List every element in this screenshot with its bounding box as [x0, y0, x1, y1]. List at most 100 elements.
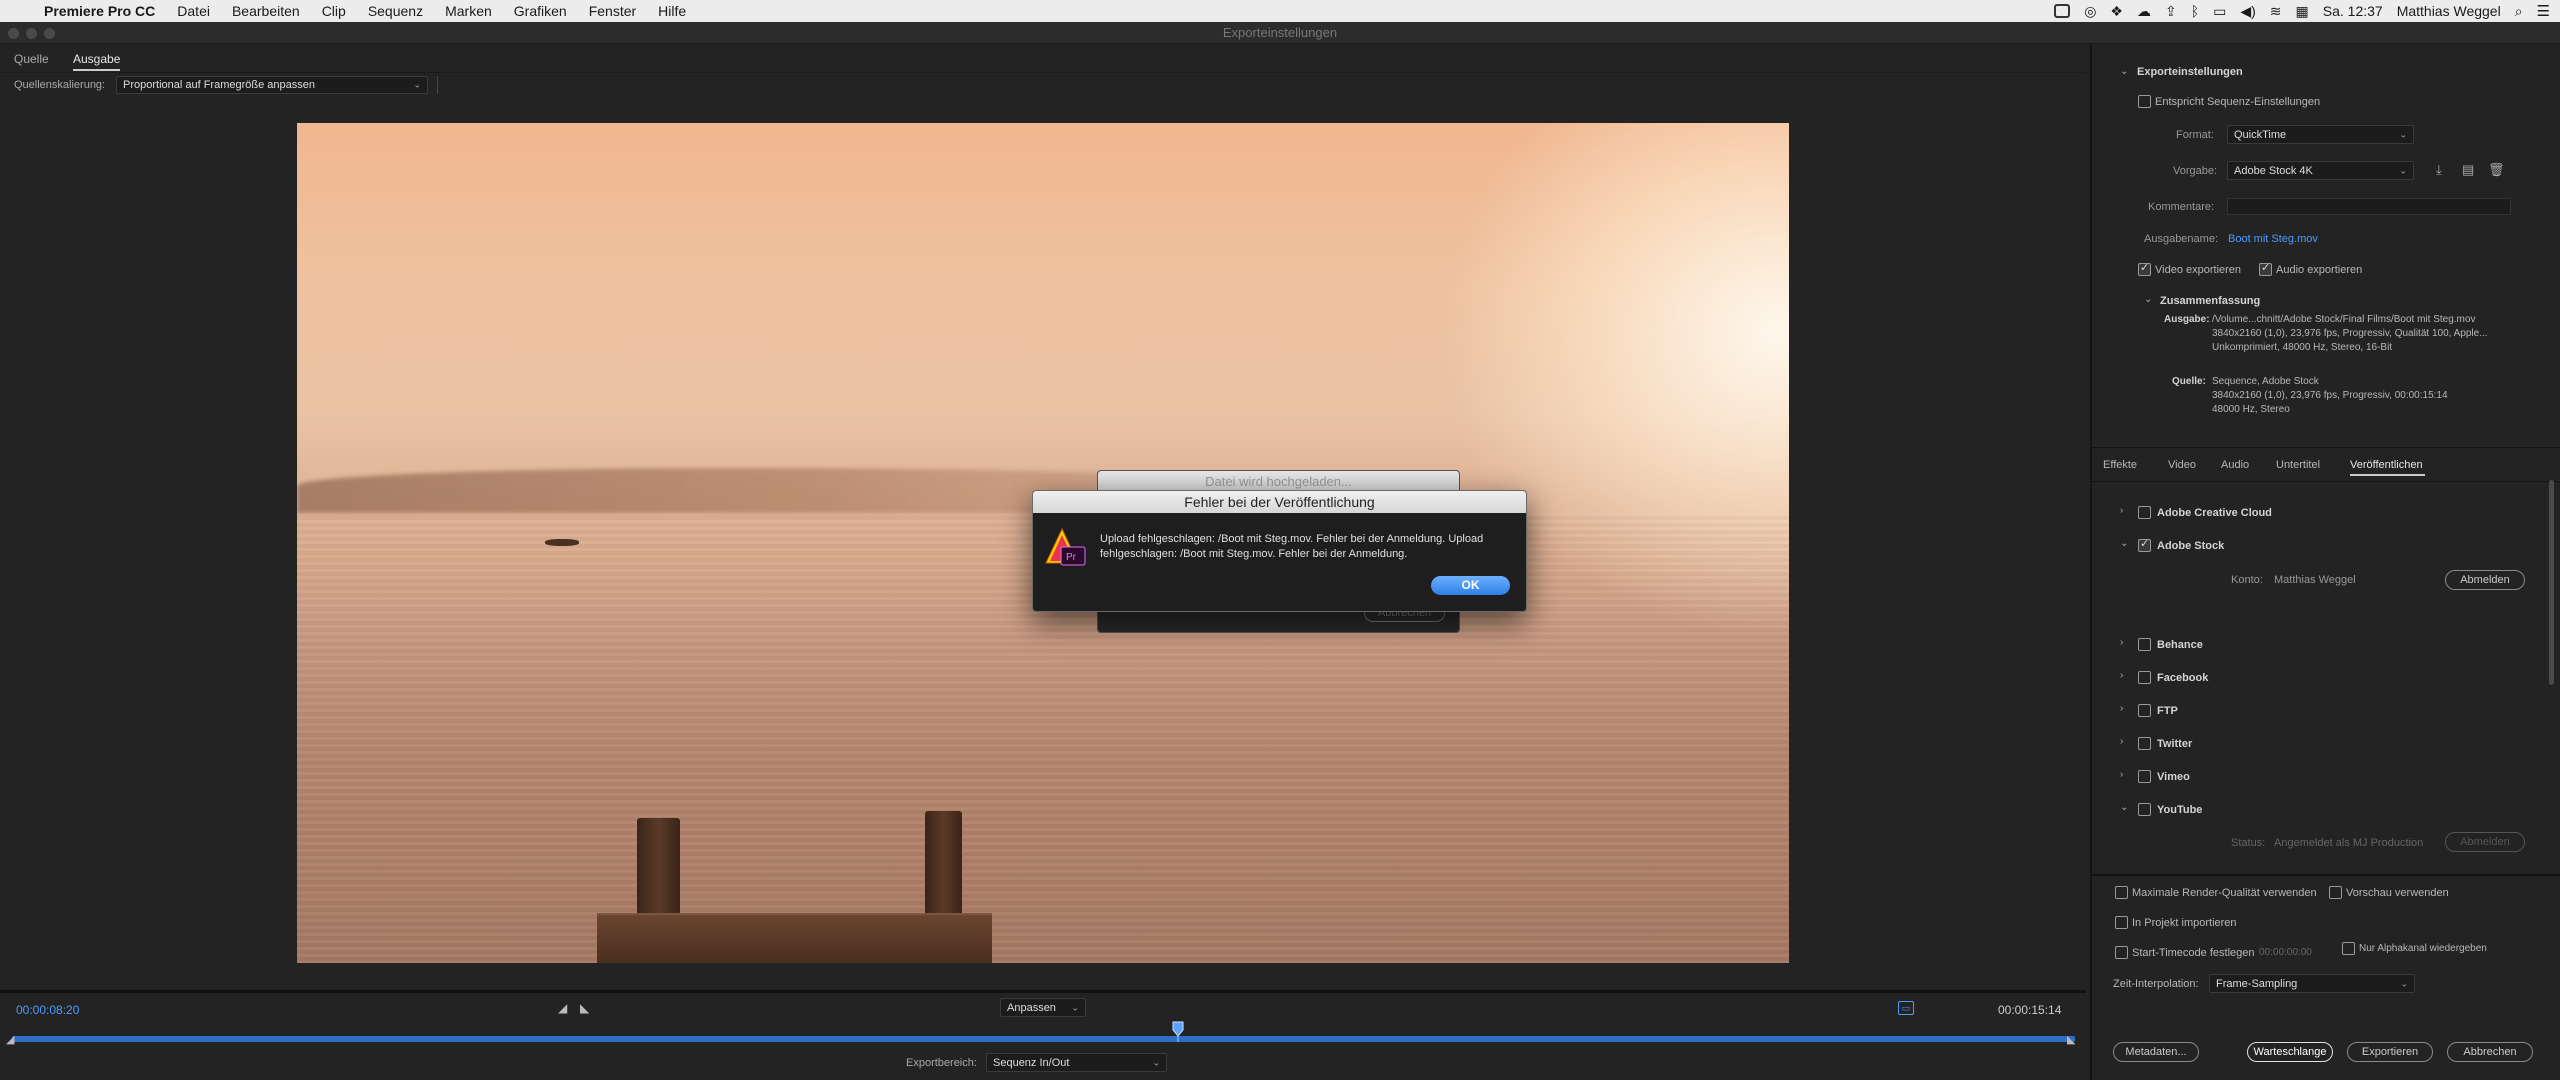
import-preset-icon[interactable]: ▤ [2462, 163, 2476, 177]
menu-datei[interactable]: Datei [177, 0, 210, 22]
tab-audio[interactable]: Audio [2221, 459, 2249, 471]
ok-button[interactable]: OK [1431, 576, 1510, 595]
creative-cloud-icon[interactable]: ◎ [2084, 3, 2096, 20]
alpha-only-checkbox[interactable] [2342, 942, 2355, 955]
menu-clip[interactable]: Clip [322, 0, 346, 22]
twitter-label: Twitter [2157, 738, 2193, 750]
collapse-arrow-icon[interactable]: ⌄ [2120, 538, 2128, 549]
menu-marken[interactable]: Marken [445, 0, 492, 22]
adobe-stock-checkbox[interactable] [2138, 537, 2151, 552]
youtube-checkbox[interactable] [2138, 803, 2151, 816]
export-range-dropdown[interactable]: Sequenz In/Out ⌄ [986, 1053, 1167, 1072]
export-range-bar[interactable] [12, 1036, 2075, 1042]
expand-arrow-icon[interactable]: › [2120, 769, 2123, 780]
scrollbar[interactable] [2549, 480, 2554, 685]
mark-out-icon[interactable]: ◣ [580, 1001, 589, 1015]
use-preview-checkbox[interactable] [2329, 886, 2342, 899]
expand-arrow-icon[interactable]: › [2120, 736, 2123, 747]
match-sequence-checkbox[interactable] [2138, 95, 2151, 108]
airplay-icon[interactable]: ▭ [2213, 3, 2226, 20]
cancel-button[interactable]: Abbrechen [2447, 1042, 2533, 1062]
twitter-checkbox[interactable] [2138, 737, 2151, 750]
collapse-arrow-icon[interactable]: ⌄ [2144, 294, 2152, 305]
expand-arrow-icon[interactable]: › [2120, 505, 2123, 516]
zoom-window-button[interactable] [44, 28, 55, 39]
bluetooth-icon[interactable]: ᛒ [2191, 3, 2199, 19]
upload-icon[interactable]: ⇪ [2165, 3, 2177, 20]
summary-output-line: Unkomprimiert, 48000 Hz, Stereo, 16-Bit [2212, 342, 2393, 353]
youtube-label: YouTube [2157, 804, 2203, 816]
creative-cloud-checkbox[interactable] [2138, 506, 2151, 519]
tab-effekte[interactable]: Effekte [2103, 459, 2137, 471]
user-name[interactable]: Matthias Weggel [2397, 3, 2501, 19]
output-name-link[interactable]: Boot mit Steg.mov [2228, 233, 2318, 245]
fit-dropdown[interactable]: Anpassen ⌄ [1000, 998, 1086, 1017]
save-preset-icon[interactable]: ⤓ [2436, 163, 2450, 177]
tab-quelle[interactable]: Quelle [14, 52, 49, 66]
tab-video[interactable]: Video [2168, 459, 2196, 471]
delete-preset-icon[interactable]: 🗑 [2488, 163, 2505, 177]
expand-arrow-icon[interactable]: › [2120, 637, 2123, 648]
notification-center-icon[interactable]: ☰ [2537, 2, 2550, 20]
behance-label: Behance [2157, 639, 2203, 651]
behance-checkbox[interactable] [2138, 638, 2151, 651]
menu-sequenz[interactable]: Sequenz [368, 0, 423, 22]
start-timecode-value[interactable]: 00:00:00:00 [2259, 947, 2312, 958]
close-window-button[interactable] [8, 28, 19, 39]
aspect-toggle-icon[interactable]: ▭ [1898, 1001, 1914, 1015]
menu-hilfe[interactable]: Hilfe [658, 0, 686, 22]
summary-heading[interactable]: Zusammenfassung [2160, 295, 2260, 307]
comments-input[interactable] [2227, 198, 2511, 215]
chevron-down-icon: ⌄ [1152, 1057, 1160, 1067]
minimize-window-button[interactable] [26, 28, 37, 39]
calendar-icon[interactable]: ▦ [2296, 3, 2309, 20]
out-point-icon[interactable]: ◣ [2067, 1033, 2075, 1046]
mark-in-icon[interactable]: ◢ [558, 1001, 567, 1015]
ftp-checkbox[interactable] [2138, 704, 2151, 717]
menu-grafiken[interactable]: Grafiken [514, 0, 567, 22]
vimeo-checkbox[interactable] [2138, 770, 2151, 783]
clock-text[interactable]: Sa. 12:37 [2323, 3, 2383, 19]
expand-arrow-icon[interactable]: › [2120, 703, 2123, 714]
spotlight-icon[interactable]: ⌕ [2515, 3, 2523, 20]
start-timecode-checkbox[interactable] [2115, 946, 2128, 959]
video-export-label: Video exportieren [2155, 264, 2242, 276]
time-interp-dropdown[interactable]: Frame-Sampling ⌄ [2209, 974, 2415, 993]
audio-export-checkbox[interactable] [2259, 261, 2272, 276]
volume-icon[interactable]: ◀) [2240, 3, 2255, 20]
tab-ausgabe[interactable]: Ausgabe [73, 52, 121, 71]
in-point-icon[interactable]: ◢ [6, 1033, 14, 1046]
tab-veroeffentlichen[interactable]: Veröffentlichen [2350, 459, 2423, 471]
metadata-button[interactable]: Metadaten... [2113, 1042, 2199, 1062]
stock-logout-button[interactable]: Abmelden [2445, 570, 2525, 590]
vimeo-label: Vimeo [2157, 771, 2190, 783]
max-render-checkbox[interactable] [2115, 886, 2128, 899]
collapse-arrow-icon[interactable]: ⌄ [2120, 802, 2128, 813]
tab-untertitel[interactable]: Untertitel [2276, 459, 2320, 471]
preset-dropdown[interactable]: Adobe Stock 4K ⌄ [2227, 161, 2414, 180]
export-settings-heading[interactable]: Exporteinstellungen [2137, 66, 2243, 78]
menu-bearbeiten[interactable]: Bearbeiten [232, 0, 300, 22]
menu-fenster[interactable]: Fenster [589, 0, 636, 22]
boat-shape [545, 539, 579, 546]
facebook-checkbox[interactable] [2138, 671, 2151, 684]
youtube-logout-button[interactable]: Abmelden [2445, 832, 2525, 852]
status-tray-icon[interactable] [2054, 4, 2071, 18]
collapse-arrow-icon[interactable]: ⌄ [2120, 66, 2128, 77]
current-timecode[interactable]: 00:00:08:20 [16, 1003, 79, 1017]
menu-app[interactable]: Premiere Pro CC [44, 0, 155, 22]
preset-value: Adobe Stock 4K [2234, 164, 2313, 177]
video-export-checkbox[interactable] [2138, 261, 2151, 276]
summary-output-line: 3840x2160 (1,0), 23,976 fps, Progressiv,… [2212, 328, 2488, 339]
format-dropdown[interactable]: QuickTime ⌄ [2227, 125, 2414, 144]
import-project-checkbox[interactable] [2115, 916, 2128, 929]
audio-export-label: Audio exportieren [2276, 264, 2363, 276]
playhead-icon[interactable] [1172, 1020, 1184, 1042]
cloud-icon[interactable]: ☁ [2137, 3, 2151, 20]
expand-arrow-icon[interactable]: › [2120, 670, 2123, 681]
queue-button[interactable]: Warteschlange [2247, 1042, 2333, 1062]
export-button[interactable]: Exportieren [2347, 1042, 2433, 1062]
source-scaling-dropdown[interactable]: Proportional auf Framegröße anpassen ⌄ [116, 76, 428, 94]
dropbox-icon[interactable]: ❖ [2110, 3, 2123, 20]
wifi-icon[interactable]: ≋ [2270, 3, 2282, 20]
